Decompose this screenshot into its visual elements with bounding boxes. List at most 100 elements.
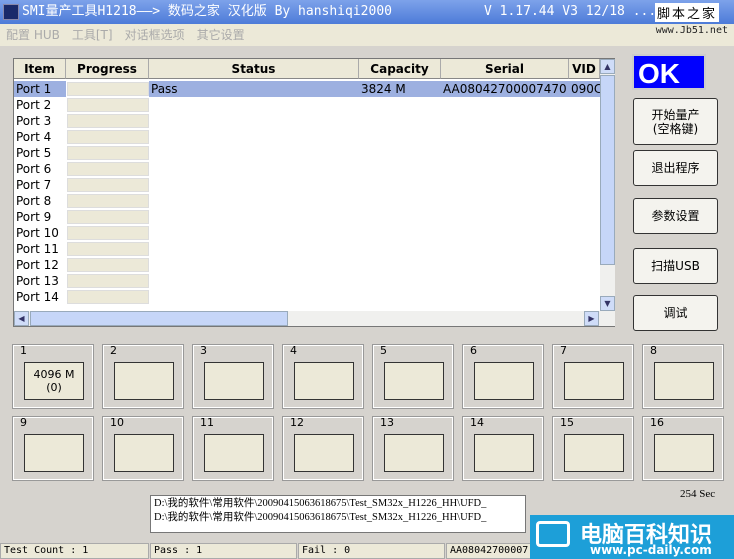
port-button[interactable] <box>294 434 354 472</box>
port-box: 15 <box>552 416 634 481</box>
port-number: 16 <box>650 416 664 429</box>
action-button-3[interactable]: 扫描USB <box>633 248 718 284</box>
port-number: 4 <box>290 344 297 357</box>
column-header[interactable]: VID <box>569 59 600 79</box>
table-row[interactable]: Port 7 <box>14 177 600 193</box>
cell-item: Port 8 <box>16 194 52 208</box>
progress-bar <box>67 82 149 96</box>
horizontal-scrollbar[interactable]: ◀ ▶ <box>14 311 615 326</box>
port-button[interactable] <box>204 434 264 472</box>
status-test-count: Test Count : 1 <box>0 543 149 559</box>
port-button[interactable] <box>564 362 624 400</box>
progress-bar <box>67 114 149 128</box>
cell-item: Port 3 <box>16 114 52 128</box>
column-header[interactable]: Status <box>149 59 359 79</box>
port-number: 3 <box>200 344 207 357</box>
column-header[interactable]: Item <box>14 59 66 79</box>
table-row[interactable]: Port 2 <box>14 97 600 113</box>
app-icon <box>3 4 19 20</box>
status-serial: AA08042700007 <box>446 543 536 559</box>
menu-item[interactable]: 其它设置 <box>197 24 245 46</box>
watermark-url: www.Jb51.net <box>655 25 728 36</box>
progress-bar <box>67 178 149 192</box>
scroll-thumb[interactable] <box>600 75 615 265</box>
cell-item: Port 5 <box>16 146 52 160</box>
port-number: 10 <box>110 416 124 429</box>
port-box: 11 <box>192 416 274 481</box>
column-header[interactable]: Capacity <box>359 59 441 79</box>
port-button[interactable] <box>564 434 624 472</box>
progress-bar <box>67 194 149 208</box>
port-button[interactable] <box>654 434 714 472</box>
progress-bar <box>67 210 149 224</box>
watermark-logo: 脚本之家 <box>655 3 720 22</box>
brand-url: www.pc-daily.com <box>590 543 712 557</box>
action-button-2[interactable]: 参数设置 <box>633 198 718 234</box>
menu-item[interactable]: 工具[T] <box>72 24 113 46</box>
port-number: 1 <box>20 344 27 357</box>
cell-serial: AA08042700007470 <box>441 81 569 97</box>
table-row[interactable]: Port 1 Pass 3824 M AA08042700007470 090C <box>14 81 600 97</box>
table-row[interactable]: Port 12 <box>14 257 600 273</box>
port-number: 7 <box>560 344 567 357</box>
cell-item: Port 9 <box>16 210 52 224</box>
column-header[interactable]: Progress <box>66 59 149 79</box>
port-number: 12 <box>290 416 304 429</box>
column-header[interactable]: Serial <box>441 59 569 79</box>
scroll-left-button[interactable]: ◀ <box>14 311 29 326</box>
port-button[interactable] <box>24 434 84 472</box>
version-text: V 1.17.44 V3 12/18 ... <box>484 4 657 19</box>
action-button-1[interactable]: 退出程序 <box>633 150 718 186</box>
progress-bar <box>67 226 149 240</box>
table-row[interactable]: Port 5 <box>14 145 600 161</box>
scroll-right-button[interactable]: ▶ <box>584 311 599 326</box>
table-row[interactable]: Port 8 <box>14 193 600 209</box>
port-button[interactable] <box>654 362 714 400</box>
port-button[interactable] <box>294 362 354 400</box>
scroll-up-button[interactable]: ▲ <box>600 59 615 74</box>
port-box: 2 <box>102 344 184 409</box>
status-pass: Pass : 1 <box>150 543 297 559</box>
port-button[interactable] <box>384 434 444 472</box>
log-line: D:\我的软件\常用软件\20090415063618675\Test_SM32… <box>154 498 487 509</box>
log-box: D:\我的软件\常用软件\20090415063618675\Test_SM32… <box>150 495 526 533</box>
table-row[interactable]: Port 3 <box>14 113 600 129</box>
table-row[interactable]: Port 13 <box>14 273 600 289</box>
port-button[interactable] <box>474 362 534 400</box>
cell-item: Port 1 <box>14 81 66 97</box>
table-row[interactable]: Port 9 <box>14 209 600 225</box>
menu-item[interactable]: 对话框选项 <box>125 24 185 46</box>
action-button-0[interactable]: 开始量产 (空格键) <box>633 98 718 145</box>
port-button[interactable] <box>114 434 174 472</box>
action-button-4[interactable]: 调试 <box>633 295 718 331</box>
elapsed-time: 254 Sec <box>680 488 716 500</box>
port-box: 6 <box>462 344 544 409</box>
log-line: D:\我的软件\常用软件\20090415063618675\Test_SM32… <box>154 512 487 523</box>
table-row[interactable]: Port 11 <box>14 241 600 257</box>
table-row[interactable]: Port 14 <box>14 289 600 305</box>
scroll-thumb-h[interactable] <box>30 311 288 326</box>
port-button[interactable] <box>384 362 444 400</box>
status-fail: Fail : 0 <box>298 543 445 559</box>
port-box: 16 <box>642 416 724 481</box>
cell-status: Pass <box>149 81 359 97</box>
port-box: 13 <box>372 416 454 481</box>
cell-vid: 090C <box>569 81 600 97</box>
port-button[interactable] <box>474 434 534 472</box>
progress-bar <box>67 258 149 272</box>
port-button[interactable] <box>204 362 264 400</box>
table-row[interactable]: Port 6 <box>14 161 600 177</box>
cell-item: Port 2 <box>16 98 52 112</box>
table-row[interactable]: Port 4 <box>14 129 600 145</box>
port-number: 15 <box>560 416 574 429</box>
table-row[interactable]: Port 10 <box>14 225 600 241</box>
port-box: 1 4096 M (0) <box>12 344 94 409</box>
menu-item[interactable]: 配置 HUB <box>6 24 60 46</box>
window-title: SMI量产工具H1218——> 数码之家 汉化版 By hanshiqi2000 <box>22 4 392 19</box>
port-number: 13 <box>380 416 394 429</box>
vertical-scrollbar[interactable]: ▲ ▼ <box>600 59 615 311</box>
port-button[interactable] <box>114 362 174 400</box>
progress-bar <box>67 146 149 160</box>
scroll-down-button[interactable]: ▼ <box>600 296 615 311</box>
port-button[interactable]: 4096 M (0) <box>24 362 84 400</box>
